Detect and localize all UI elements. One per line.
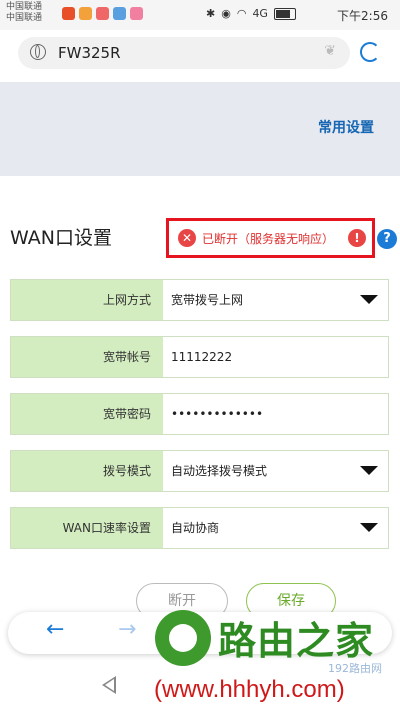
account-row: 宽带帐号 11112222 [10, 336, 389, 378]
alert-icon[interactable]: ! [348, 229, 366, 247]
password-row: 宽带密码 ••••••••••••• [10, 393, 389, 435]
bluetooth-icon: ✱ [206, 7, 216, 20]
watermark-name: 路由之家 [218, 619, 375, 663]
carrier-2: 中国联通 [6, 13, 43, 23]
password-input[interactable]: ••••••••••••• [171, 394, 263, 434]
wifi-icon: ◠ [236, 7, 247, 20]
clock: 下午2:56 [337, 9, 388, 23]
dropdown-arrow-icon[interactable] [360, 523, 378, 532]
dial-mode-row[interactable]: 拨号模式 自动选择拨号模式 [10, 450, 389, 492]
help-icon[interactable]: ? [377, 229, 397, 249]
signal-icon: 4G [252, 7, 268, 20]
arrow-right-icon[interactable]: → [118, 617, 136, 642]
footprint-icon[interactable]: ❦ [324, 43, 336, 59]
field-label: 宽带密码 [11, 394, 163, 434]
address-text[interactable]: FW325R [58, 44, 121, 62]
address-bar[interactable]: FW325R ❦ [18, 37, 350, 69]
connection-type-row[interactable]: 上网方式 宽带拨号上网 [10, 279, 389, 321]
eye-icon: ◉ [221, 7, 231, 20]
carrier-1: 中国联通 [6, 2, 43, 12]
app-icon [130, 7, 143, 20]
watermark-logo [155, 610, 211, 666]
battery-icon [273, 7, 296, 20]
app-icon [113, 7, 126, 20]
weibo-icon [62, 7, 75, 20]
globe-icon [30, 44, 46, 60]
field-label: WAN口速率设置 [11, 508, 163, 548]
notification-icons [62, 7, 143, 20]
carrier-info: 中国联通 中国联通 [6, 2, 42, 24]
wan-speed-row[interactable]: WAN口速率设置 自动协商 [10, 507, 389, 549]
connection-type-select[interactable]: 宽带拨号上网 [171, 280, 243, 320]
connection-status-text: 已断开（服务器无响应） [202, 232, 335, 246]
app-icon [79, 7, 92, 20]
app-icon [96, 7, 109, 20]
dropdown-arrow-icon[interactable] [360, 295, 378, 304]
account-input[interactable]: 11112222 [171, 337, 232, 377]
page-title: WAN口设置 [10, 227, 112, 249]
reload-icon[interactable] [360, 42, 380, 62]
field-label: 宽带帐号 [11, 337, 163, 377]
connection-status: ✕ 已断开（服务器无响应） ! [166, 218, 375, 258]
system-back-icon[interactable] [102, 676, 116, 694]
wan-speed-select[interactable]: 自动协商 [171, 508, 219, 548]
arrow-left-icon[interactable]: ← [46, 617, 64, 642]
field-label: 上网方式 [11, 280, 163, 320]
status-bar: 中国联通 中国联通 ✱ ◉ ◠ 4G 下午2:56 [0, 0, 400, 30]
common-settings-link[interactable]: 常用设置 [318, 117, 374, 137]
error-icon: ✕ [178, 229, 196, 247]
system-icons: ✱ ◉ ◠ 4G [206, 7, 296, 20]
dropdown-arrow-icon[interactable] [360, 466, 378, 475]
watermark-url: (www.hhhyh.com) [154, 676, 345, 703]
field-label: 拨号模式 [11, 451, 163, 491]
dial-mode-select[interactable]: 自动选择拨号模式 [171, 451, 267, 491]
watermark-sub: 192路由网 [328, 662, 382, 675]
